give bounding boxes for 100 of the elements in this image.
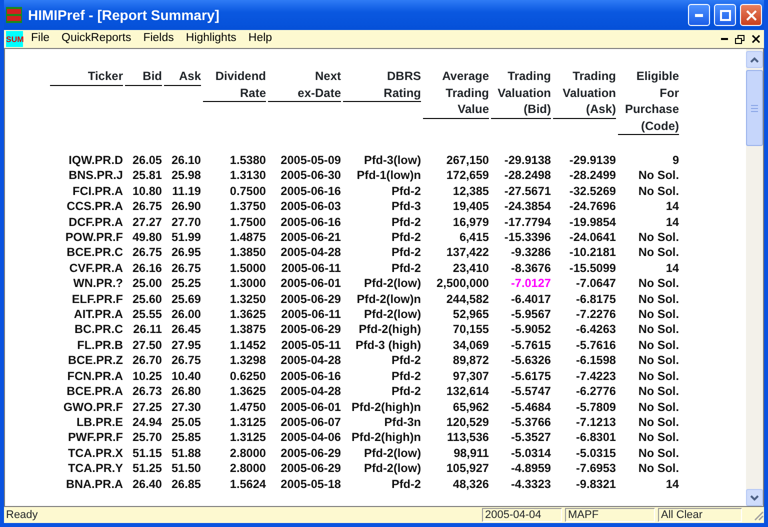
grip-icon xyxy=(751,104,758,112)
table-cell-text: 2005-06-03 xyxy=(280,199,341,215)
column-header: DBRS Rating xyxy=(343,68,421,102)
table-cell-text: 25.05 xyxy=(170,414,201,430)
menu-item[interactable]: Highlights xyxy=(180,30,242,48)
table-cell-text: 34,069 xyxy=(452,338,489,354)
table-cell-text: 26.45 xyxy=(170,322,201,338)
table-cell-text: 26.75 xyxy=(170,353,201,369)
table-cell-text: -24.7696 xyxy=(568,199,616,215)
table-cell-text: 25.60 xyxy=(131,292,162,308)
menu-item[interactable]: Help xyxy=(242,30,278,48)
table-cell-text: -27.5671 xyxy=(503,184,551,200)
table-cell-text: Pfd-3 xyxy=(390,199,421,215)
table-cell-text: 97,307 xyxy=(452,368,489,384)
scroll-down-button[interactable] xyxy=(746,489,763,506)
table-cell-text: Pfd-2 xyxy=(390,230,421,246)
table-cell-text: No Sol. xyxy=(637,384,679,400)
table-cell-text: -28.2499 xyxy=(568,168,616,184)
table-cell-text: 137,422 xyxy=(445,245,489,261)
table-cell-text: 26.80 xyxy=(170,384,201,400)
table-cell-text: 25.55 xyxy=(131,307,162,322)
table-cell-text: Pfd-1(low)n xyxy=(356,168,421,184)
table-cell-text: 2005-06-21 xyxy=(280,230,341,246)
table-cell-text: 25.70 xyxy=(131,430,162,446)
table-cell-text: -7.6953 xyxy=(574,461,616,477)
table-cell-text: -19.9854 xyxy=(568,214,616,230)
table-cell-text: 26.00 xyxy=(170,307,201,322)
table-cell-text: 26.16 xyxy=(131,260,162,276)
table-cell-text: 2005-06-29 xyxy=(280,446,341,462)
vertical-scrollbar[interactable] xyxy=(746,49,763,506)
table-cell-text: -17.7794 xyxy=(503,214,551,230)
table-cell-text: 2.8000 xyxy=(228,461,266,477)
table-cell-text: 120,529 xyxy=(445,414,489,430)
table-cell-text: No Sol. xyxy=(637,353,679,369)
table-cell-text: 2005-05-18 xyxy=(280,476,341,492)
table-cell-text: 105,927 xyxy=(445,461,489,477)
close-button[interactable] xyxy=(740,4,762,26)
restore-icon xyxy=(735,34,745,44)
table-cell-text: 2005-06-07 xyxy=(280,414,341,430)
table-cell-text: No Sol. xyxy=(637,414,679,430)
table-cell-text: 9 xyxy=(671,153,679,168)
table-cell-text: -7.0127 xyxy=(510,276,551,292)
table-cell-text: 172,659 xyxy=(445,168,489,184)
table-cell-text: 26.40 xyxy=(131,476,162,492)
table-cell-text: 1.3250 xyxy=(228,292,266,308)
table-cell-text: Pfd-2(low) xyxy=(362,276,421,292)
resize-grip-icon[interactable] xyxy=(752,509,764,521)
table-cell-text: BC.PR.C xyxy=(73,322,123,338)
table-cell-text: 1.1452 xyxy=(228,338,266,354)
table-cell-text: 51.15 xyxy=(131,446,162,462)
table-cell-text: 26.85 xyxy=(170,476,201,492)
column-header: Trading Valuation (Ask) xyxy=(553,68,616,118)
table-cell-text: 27.50 xyxy=(131,338,162,354)
maximize-button[interactable] xyxy=(714,4,736,26)
table-cell-text: 1.3875 xyxy=(228,322,266,338)
table-cell-text: 1.5000 xyxy=(228,260,266,276)
table-cell-text: -7.0647 xyxy=(574,276,616,292)
table-cell-text: 10.80 xyxy=(131,184,162,200)
table-cell-text: No Sol. xyxy=(637,430,679,446)
table-cell-text: 11.19 xyxy=(171,184,201,200)
menu-item[interactable]: File xyxy=(25,30,56,48)
table-cell-text: -5.0315 xyxy=(574,446,616,462)
table-cell-text: No Sol. xyxy=(637,184,679,200)
table-cell-text: 25.25 xyxy=(170,276,201,292)
table-cell-text: 1.3850 xyxy=(228,245,266,261)
table-cell-text: 6,415 xyxy=(458,230,489,246)
column-header: Next ex-Date xyxy=(268,68,341,102)
table-cell-text: 26.73 xyxy=(131,384,162,400)
table-cell-text: 1.3125 xyxy=(228,414,266,430)
table-cell-text: -5.3527 xyxy=(510,430,551,446)
table-cell-text: 2005-06-16 xyxy=(280,214,341,230)
table-cell-text: 2005-06-29 xyxy=(280,292,341,308)
table-cell-text: 2005-06-16 xyxy=(280,184,341,200)
close-icon xyxy=(752,35,760,43)
table-cell-text: 51.50 xyxy=(170,461,201,477)
table-cell-text: 14 xyxy=(664,199,679,215)
table-cell-text: 27.27 xyxy=(131,214,162,230)
table-cell-text: No Sol. xyxy=(637,168,679,184)
minimize-button[interactable] xyxy=(688,4,710,26)
table-cell-text: 26.95 xyxy=(170,245,201,261)
status-field: All Clear xyxy=(658,508,742,522)
scroll-thumb[interactable] xyxy=(746,70,763,146)
menu-item[interactable]: QuickReports xyxy=(56,30,138,48)
table-cell-text: 27.30 xyxy=(170,400,201,415)
table-cell-text: -5.4684 xyxy=(510,400,551,415)
table-cell-text: 1.3625 xyxy=(228,307,266,322)
scroll-up-button[interactable] xyxy=(746,51,763,68)
table-cell-text: No Sol. xyxy=(637,368,679,384)
table-cell-text: TCA.PR.X xyxy=(66,446,123,462)
table-cell-text: WN.PR.? xyxy=(72,276,123,292)
table-cell-text: 2005-06-29 xyxy=(280,322,341,338)
table-cell-text: 25.85 xyxy=(170,430,201,446)
menu-item[interactable]: Fields xyxy=(137,30,180,48)
table-cell-text: 14 xyxy=(664,476,679,492)
table-cell-text: 267,150 xyxy=(445,153,489,168)
table-cell-text: -5.5747 xyxy=(510,384,551,400)
table-cell-text: -5.0314 xyxy=(510,446,551,462)
table-cell-text: Pfd-3 (high) xyxy=(354,338,421,354)
table-cell-text: 48,326 xyxy=(452,476,489,492)
table-cell-text: -6.4017 xyxy=(510,292,551,308)
